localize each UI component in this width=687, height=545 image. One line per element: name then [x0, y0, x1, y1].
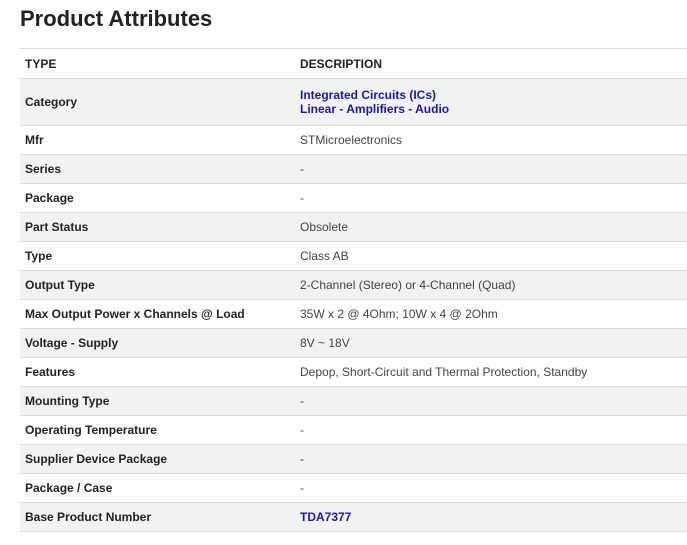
table-row: Package / Case -	[20, 473, 687, 503]
attribute-value: 8V ~ 18V	[295, 328, 687, 358]
attribute-value-text: Depop, Short-Circuit and Thermal Protect…	[300, 365, 588, 379]
attribute-value: -	[295, 473, 687, 503]
attribute-value-link[interactable]: TDA7377	[300, 510, 687, 524]
table-row: Output Type 2-Channel (Stereo) or 4-Chann…	[20, 270, 687, 300]
attribute-value-text: Class AB	[300, 249, 349, 263]
attribute-value-link[interactable]: Linear - Amplifiers - Audio	[300, 102, 687, 116]
table-row: Supplier Device Package -	[20, 444, 687, 474]
attribute-value: STMicroelectronics	[295, 125, 687, 155]
attribute-value-text: STMicroelectronics	[300, 133, 403, 147]
attribute-value: 2-Channel (Stereo) or 4-Channel (Quad)	[295, 270, 687, 300]
attribute-value-text: -	[300, 191, 304, 205]
attribute-value: Integrated Circuits (ICs) Linear - Amplif…	[295, 78, 687, 126]
attribute-value: -	[295, 183, 687, 213]
attribute-name: Type	[20, 241, 295, 271]
table-row: Package -	[20, 183, 687, 213]
attribute-value-text: -	[300, 394, 304, 408]
attribute-name: Series	[20, 154, 295, 184]
table-row: Voltage - Supply 8V ~ 18V	[20, 328, 687, 358]
attribute-name: Base Product Number	[20, 502, 295, 532]
attribute-value: -	[295, 154, 687, 184]
attribute-value-text: -	[300, 162, 304, 176]
attribute-name: Part Status	[20, 212, 295, 242]
attribute-value: -	[295, 386, 687, 416]
attribute-name: Operating Temperature	[20, 415, 295, 445]
attribute-name: Mounting Type	[20, 386, 295, 416]
attribute-value: -	[295, 444, 687, 474]
table-row: Max Output Power x Channels @ Load 35W x …	[20, 299, 687, 329]
attribute-value: TDA7377	[295, 502, 687, 532]
table-row: Operating Temperature -	[20, 415, 687, 445]
attribute-value: 35W x 2 @ 4Ohm; 10W x 4 @ 2Ohm	[295, 299, 687, 329]
attribute-value-text: -	[300, 423, 304, 437]
attribute-value-text: -	[300, 481, 304, 495]
table-row: Category Integrated Circuits (ICs) Linear …	[20, 78, 687, 126]
attribute-value: Obsolete	[295, 212, 687, 242]
attribute-name: Voltage - Supply	[20, 328, 295, 358]
attribute-name: Package / Case	[20, 473, 295, 503]
page-title: Product Attributes	[20, 6, 213, 31]
attribute-value: Depop, Short-Circuit and Thermal Protect…	[295, 357, 687, 387]
attribute-value-text: Obsolete	[300, 220, 349, 234]
attribute-name: Max Output Power x Channels @ Load	[20, 299, 295, 329]
table-row: Type Class AB	[20, 241, 687, 271]
attribute-value-text: 35W x 2 @ 4Ohm; 10W x 4 @ 2Ohm	[300, 307, 498, 321]
table-row: Part Status Obsolete	[20, 212, 687, 242]
table-header-row: TYPE DESCRIPTION	[20, 48, 687, 79]
product-attributes-section: Product Attributes TYPE DESCRIPTION Cate…	[0, 0, 687, 545]
attribute-value-link[interactable]: Integrated Circuits (ICs)	[300, 88, 687, 102]
attribute-value: -	[295, 415, 687, 445]
table-row: Features Depop, Short-Circuit and Thermal…	[20, 357, 687, 387]
attribute-name: Mfr	[20, 125, 295, 155]
column-header-type: TYPE	[20, 48, 295, 79]
table-row: Series -	[20, 154, 687, 184]
attribute-value: Class AB	[295, 241, 687, 271]
attribute-name: Supplier Device Package	[20, 444, 295, 474]
column-header-description: DESCRIPTION	[295, 48, 687, 79]
attributes-table: TYPE DESCRIPTION Category Integrated Circ…	[20, 48, 687, 532]
attribute-name: Category	[20, 78, 295, 126]
attribute-value-text: -	[300, 452, 304, 466]
table-row: Mfr STMicroelectronics	[20, 125, 687, 155]
table-row: Mounting Type -	[20, 386, 687, 416]
table-body: Category Integrated Circuits (ICs) Linear …	[20, 78, 687, 532]
attribute-name: Output Type	[20, 270, 295, 300]
attribute-name: Features	[20, 357, 295, 387]
attribute-name: Package	[20, 183, 295, 213]
attribute-value-text: 8V ~ 18V	[300, 336, 350, 350]
attribute-value-text: 2-Channel (Stereo) or 4-Channel (Quad)	[300, 278, 516, 292]
table-row: Base Product Number TDA7377	[20, 502, 687, 532]
